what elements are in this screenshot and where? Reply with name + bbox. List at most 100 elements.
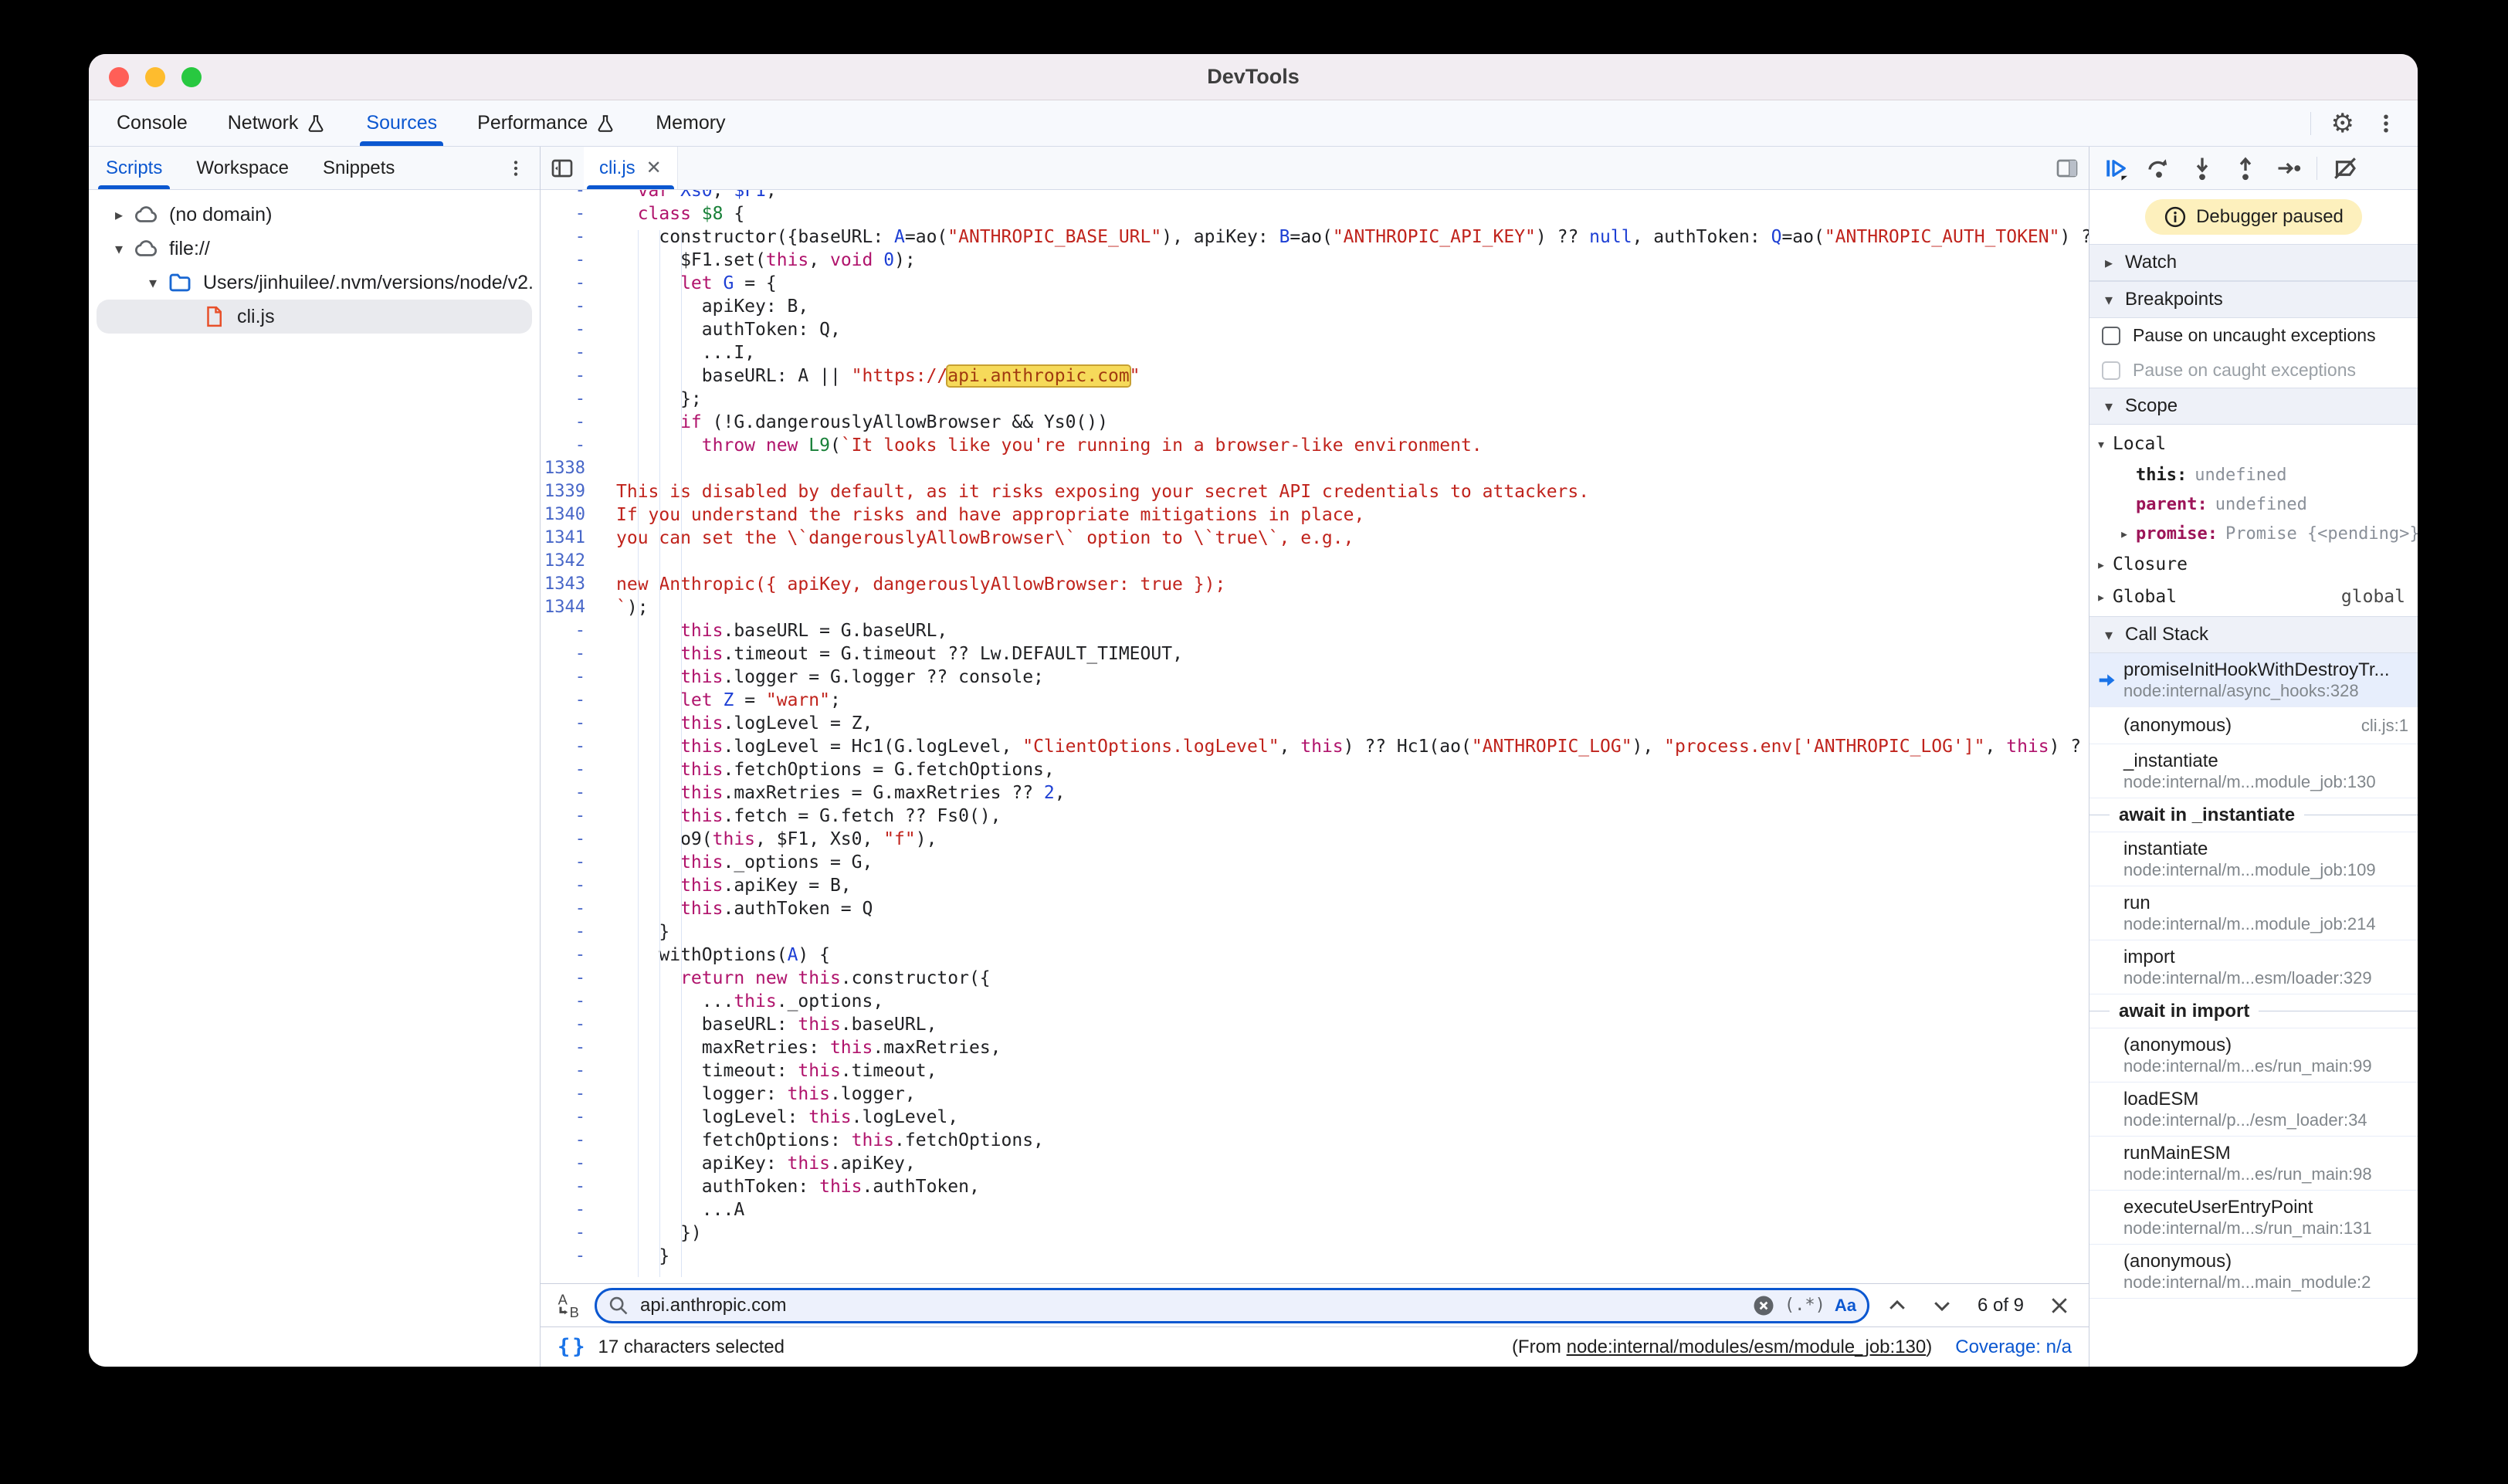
line-number-gutter[interactable]: 1338	[541, 457, 602, 480]
step-button[interactable]	[2269, 150, 2309, 187]
call-stack-frame[interactable]: runMainESMnode:internal/m...es/run_main:…	[2089, 1137, 2418, 1191]
watch-section-header[interactable]: ▸ Watch	[2089, 244, 2418, 281]
tab-console[interactable]: Console	[97, 100, 208, 146]
line-number-gutter[interactable]: -	[541, 1245, 602, 1268]
line-number-gutter[interactable]: -	[541, 364, 602, 388]
line-number-gutter[interactable]: -	[541, 712, 602, 735]
line-number-gutter[interactable]: -	[541, 190, 602, 202]
call-stack-frame[interactable]: (anonymous)node:internal/m...main_module…	[2089, 1245, 2418, 1299]
line-number-gutter[interactable]: -	[541, 1198, 602, 1221]
search-field[interactable]: (.*) Aa	[595, 1288, 1869, 1323]
deactivate-breakpoints-button[interactable]	[2325, 150, 2365, 187]
scope-section-header[interactable]: ▾ Scope	[2089, 388, 2418, 425]
step-out-button[interactable]	[2225, 150, 2266, 187]
from-source-link[interactable]: node:internal/modules/esm/module_job:130	[1567, 1337, 1927, 1357]
scope-variable-parent[interactable]: parent:undefined	[2089, 490, 2418, 519]
call-stack-frame[interactable]: executeUserEntryPointnode:internal/m...s…	[2089, 1191, 2418, 1245]
tab-performance[interactable]: Performance	[457, 100, 635, 146]
resume-script-button[interactable]	[2096, 150, 2136, 187]
next-match-button[interactable]	[1925, 1289, 1959, 1323]
navigator-tab-workspace[interactable]: Workspace	[179, 147, 306, 189]
line-number-gutter[interactable]: -	[541, 434, 602, 457]
line-number-gutter[interactable]: -	[541, 1129, 602, 1152]
line-number-gutter[interactable]: -	[541, 1036, 602, 1059]
tab-memory[interactable]: Memory	[635, 100, 745, 146]
line-number-gutter[interactable]: -	[541, 944, 602, 967]
tab-sources[interactable]: Sources	[346, 100, 457, 146]
call-stack-frame[interactable]: (anonymous)cli.js:1	[2089, 707, 2418, 744]
call-stack-frame[interactable]: promiseInitHookWithDestroyTr...node:inte…	[2089, 653, 2418, 707]
line-number-gutter[interactable]: -	[541, 295, 602, 318]
line-number-gutter[interactable]: -	[541, 1175, 602, 1198]
chevron-down-icon[interactable]: ▾	[141, 273, 164, 293]
line-number-gutter[interactable]: -	[541, 249, 602, 272]
line-number-gutter[interactable]: -	[541, 967, 602, 990]
line-number-gutter[interactable]: -	[541, 1083, 602, 1106]
call-stack-section-header[interactable]: ▾ Call Stack	[2089, 616, 2418, 653]
more-options-icon[interactable]	[2374, 112, 2398, 135]
coverage-link[interactable]: Coverage: n/a	[1955, 1337, 2072, 1358]
call-stack-frame[interactable]: instantiatenode:internal/m...module_job:…	[2089, 832, 2418, 886]
clear-search-icon[interactable]	[1752, 1294, 1775, 1317]
line-number-gutter[interactable]: -	[541, 874, 602, 897]
chevron-right-icon[interactable]: ▸	[2113, 524, 2136, 543]
search-mode-icon[interactable]: A B	[553, 1290, 584, 1321]
toggle-debugger-sidebar-icon[interactable]	[2045, 147, 2089, 189]
match-case-toggle[interactable]: Aa	[1835, 1296, 1856, 1316]
line-number-gutter[interactable]: -	[541, 990, 602, 1013]
line-number-gutter[interactable]: 1343	[541, 573, 602, 596]
call-stack-frame[interactable]: _instantiatenode:internal/m...module_job…	[2089, 744, 2418, 798]
chevron-right-icon[interactable]: ▸	[107, 205, 130, 225]
step-over-button[interactable]	[2139, 150, 2179, 187]
close-find-bar-icon[interactable]	[2042, 1289, 2076, 1323]
line-number-gutter[interactable]: -	[541, 225, 602, 249]
scope-variable-this[interactable]: this:undefined	[2089, 460, 2418, 490]
pretty-print-icon[interactable]: {}	[558, 1335, 588, 1359]
regex-toggle[interactable]: (.*)	[1784, 1296, 1825, 1315]
line-number-gutter[interactable]: -	[541, 920, 602, 944]
line-number-gutter[interactable]: 1341	[541, 527, 602, 550]
settings-gear-icon[interactable]: ⚙	[2331, 110, 2354, 137]
line-number-gutter[interactable]: -	[541, 1221, 602, 1245]
close-tab-icon[interactable]: ✕	[646, 157, 662, 179]
call-stack-frame[interactable]: importnode:internal/m...esm/loader:329	[2089, 940, 2418, 994]
scope-section-closure[interactable]: ▸Closure	[2089, 548, 2418, 581]
line-number-gutter[interactable]: -	[541, 1013, 602, 1036]
line-number-gutter[interactable]: 1339	[541, 480, 602, 503]
chevron-down-icon[interactable]: ▾	[107, 239, 130, 259]
line-number-gutter[interactable]: -	[541, 318, 602, 341]
line-number-gutter[interactable]: -	[541, 1059, 602, 1083]
line-number-gutter[interactable]: -	[541, 781, 602, 805]
call-stack-frame[interactable]: (anonymous)node:internal/m...es/run_main…	[2089, 1028, 2418, 1083]
line-number-gutter[interactable]: 1342	[541, 550, 602, 573]
line-number-gutter[interactable]: -	[541, 341, 602, 364]
step-into-button[interactable]	[2182, 150, 2222, 187]
line-number-gutter[interactable]: -	[541, 897, 602, 920]
call-stack-frame[interactable]: runnode:internal/m...module_job:214	[2089, 886, 2418, 940]
previous-match-button[interactable]	[1880, 1289, 1914, 1323]
line-number-gutter[interactable]: -	[541, 619, 602, 642]
call-stack-frame[interactable]: loadESMnode:internal/p.../esm_loader:34	[2089, 1083, 2418, 1137]
line-number-gutter[interactable]: -	[541, 388, 602, 411]
navigator-more-icon[interactable]	[492, 147, 540, 189]
line-number-gutter[interactable]: -	[541, 411, 602, 434]
line-number-gutter[interactable]: -	[541, 735, 602, 758]
tab-network[interactable]: Network	[208, 100, 347, 146]
tab-cli-js[interactable]: cli.js ✕	[584, 147, 678, 189]
line-number-gutter[interactable]: -	[541, 1106, 602, 1129]
checkbox-unchecked[interactable]	[2102, 327, 2120, 345]
line-number-gutter[interactable]: 1340	[541, 503, 602, 527]
collapse-navigator-icon[interactable]	[541, 147, 584, 189]
breakpoints-section-header[interactable]: ▾ Breakpoints	[2089, 281, 2418, 318]
line-number-gutter[interactable]: -	[541, 851, 602, 874]
line-number-gutter[interactable]: -	[541, 758, 602, 781]
line-number-gutter[interactable]: 1344	[541, 596, 602, 619]
tree-item--no-domain-[interactable]: ▸(no domain)	[97, 198, 532, 232]
search-input[interactable]	[639, 1294, 1743, 1317]
line-number-gutter[interactable]: -	[541, 805, 602, 828]
line-number-gutter[interactable]: -	[541, 828, 602, 851]
scope-section-local[interactable]: ▾Local	[2089, 428, 2418, 460]
line-number-gutter[interactable]: -	[541, 272, 602, 295]
line-number-gutter[interactable]: -	[541, 642, 602, 666]
scope-section-global[interactable]: ▸Globalglobal	[2089, 581, 2418, 613]
